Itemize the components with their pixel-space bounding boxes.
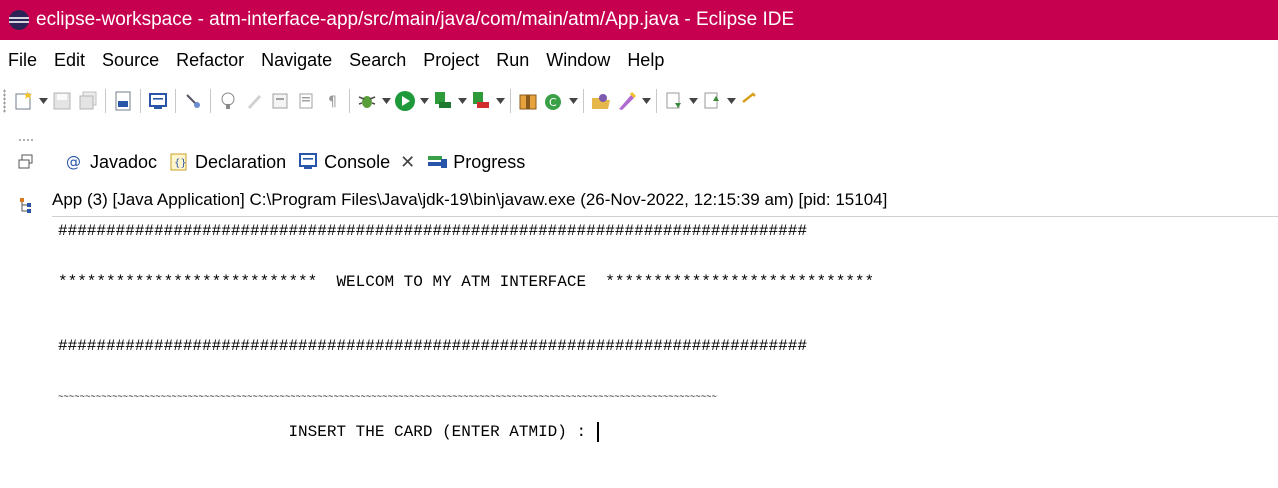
- declaration-icon: {}: [169, 152, 189, 172]
- title-bar: eclipse-workspace - atm-interface-app/sr…: [0, 0, 1278, 40]
- save-all-icon[interactable]: [75, 88, 101, 114]
- menu-help[interactable]: Help: [627, 50, 664, 71]
- console-line: *************************** WELCOM TO MY…: [58, 273, 875, 291]
- previous-annotation-icon[interactable]: [699, 88, 725, 114]
- svg-text:{}: {}: [174, 158, 187, 169]
- new-class-dropdown-icon[interactable]: [567, 88, 579, 114]
- menu-edit[interactable]: Edit: [54, 50, 85, 71]
- debug-dropdown-icon[interactable]: [380, 88, 392, 114]
- eclipse-logo-icon: [9, 10, 29, 30]
- compare-icon[interactable]: [267, 88, 293, 114]
- tab-declaration[interactable]: {} Declaration: [165, 144, 294, 180]
- menu-run[interactable]: Run: [496, 50, 529, 71]
- menu-search[interactable]: Search: [349, 50, 406, 71]
- tab-console[interactable]: Console ✕: [294, 144, 424, 180]
- run-dropdown-icon[interactable]: [418, 88, 430, 114]
- tab-javadoc[interactable]: @ Javadoc: [60, 144, 165, 180]
- debug-icon[interactable]: [354, 88, 380, 114]
- pilcrow-icon[interactable]: ¶: [319, 88, 345, 114]
- save-icon[interactable]: [49, 88, 75, 114]
- open-type-icon[interactable]: [588, 88, 614, 114]
- toolbar-separator: [105, 89, 106, 113]
- svg-text:¶: ¶: [328, 94, 337, 110]
- console-line: ~~~~~~~~~~~~~~~~~~~~~~~~~~~~~~~~~~~~~~~~…: [58, 392, 717, 402]
- new-dropdown-icon[interactable]: [37, 88, 49, 114]
- at-sign-icon: @: [64, 152, 84, 172]
- next-annotation-dropdown-icon[interactable]: [687, 88, 699, 114]
- menu-bar: File Edit Source Refactor Navigate Searc…: [0, 44, 681, 76]
- search-dropdown-icon[interactable]: [640, 88, 652, 114]
- search-torch-icon[interactable]: [614, 88, 640, 114]
- new-class-icon[interactable]: C: [541, 88, 567, 114]
- toolbar-separator: [175, 89, 176, 113]
- console-prompt: INSERT THE CARD (ENTER ATMID) :: [58, 423, 596, 442]
- close-icon[interactable]: ✕: [400, 152, 415, 173]
- header-divider: [52, 216, 1278, 217]
- block-icon[interactable]: [293, 88, 319, 114]
- toolbar-separator: [210, 89, 211, 113]
- window-title: eclipse-workspace - atm-interface-app/sr…: [36, 9, 795, 30]
- toolbar-separator: [583, 89, 584, 113]
- menu-project[interactable]: Project: [423, 50, 479, 71]
- external-tools-dropdown-icon[interactable]: [494, 88, 506, 114]
- toolbar-separator: [349, 89, 350, 113]
- coverage-icon[interactable]: [430, 88, 456, 114]
- minimized-stack-grip-icon[interactable]: [18, 138, 34, 144]
- new-package-icon[interactable]: [515, 88, 541, 114]
- tab-progress[interactable]: Progress: [423, 144, 533, 180]
- svg-text:@: @: [66, 153, 81, 171]
- tab-label: Javadoc: [90, 151, 158, 172]
- coverage-dropdown-icon[interactable]: [456, 88, 468, 114]
- previous-annotation-dropdown-icon[interactable]: [725, 88, 737, 114]
- run-icon[interactable]: [392, 88, 418, 114]
- console-icon[interactable]: [145, 88, 171, 114]
- restore-icon[interactable]: [18, 154, 34, 170]
- tab-label: Declaration: [195, 151, 287, 172]
- console-process-header: App (3) [Java Application] C:\Program Fi…: [52, 190, 888, 209]
- external-tools-icon[interactable]: [468, 88, 494, 114]
- toolbar-grip[interactable]: [3, 89, 6, 113]
- text-cursor: [596, 422, 599, 442]
- hierarchy-view-icon[interactable]: [18, 196, 36, 214]
- new-file-icon[interactable]: [11, 88, 37, 114]
- toolbar-separator: [656, 89, 657, 113]
- tab-label: Progress: [453, 151, 526, 172]
- left-trim-strip: [0, 138, 36, 488]
- menu-navigate[interactable]: Navigate: [261, 50, 332, 71]
- console-prompt-line[interactable]: INSERT THE CARD (ENTER ATMID) :: [58, 422, 599, 442]
- pencil-icon[interactable]: [241, 88, 267, 114]
- svg-text:C: C: [549, 96, 557, 109]
- main-toolbar: ¶ C: [0, 84, 1278, 118]
- menu-source[interactable]: Source: [102, 50, 159, 71]
- tab-label: Console: [324, 151, 391, 172]
- menu-window[interactable]: Window: [546, 50, 610, 71]
- menu-file[interactable]: File: [8, 50, 37, 71]
- pin-icon[interactable]: [180, 88, 206, 114]
- toolbar-separator: [140, 89, 141, 113]
- console-line: ########################################…: [58, 337, 807, 355]
- console-line: ########################################…: [58, 222, 807, 240]
- console-output[interactable]: ########################################…: [58, 222, 1273, 484]
- console-icon: [298, 152, 318, 172]
- last-edit-icon[interactable]: [737, 88, 763, 114]
- binary-file-icon[interactable]: [110, 88, 136, 114]
- toolbar-separator: [510, 89, 511, 113]
- progress-icon: [427, 152, 448, 172]
- menu-refactor[interactable]: Refactor: [176, 50, 244, 71]
- view-tabs: @ Javadoc {} Declaration Console ✕ Progr…: [60, 144, 533, 180]
- next-annotation-icon[interactable]: [661, 88, 687, 114]
- hint-icon[interactable]: [215, 88, 241, 114]
